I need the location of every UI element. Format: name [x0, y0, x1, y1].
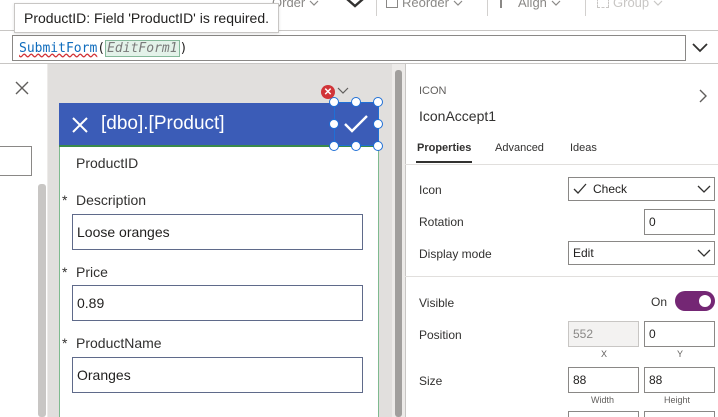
tab-advanced[interactable]: Advanced	[495, 142, 544, 154]
chevron-down-icon	[697, 249, 711, 257]
resize-handle-right[interactable]	[373, 119, 383, 129]
ribbon-divider	[487, 0, 488, 16]
left-tree-panel	[0, 64, 48, 417]
ribbon-divider	[585, 0, 586, 16]
display-mode-label: Display mode	[419, 247, 492, 261]
tabs-divider	[405, 164, 718, 165]
position-label: Position	[419, 328, 462, 342]
position-y-input[interactable]: 0	[644, 321, 715, 347]
form-title: [dbo].[Product]	[101, 113, 225, 134]
control-name[interactable]: IconAccept1	[419, 108, 496, 124]
resize-handle-top[interactable]	[351, 97, 361, 107]
reorder-menu[interactable]: Reorder	[386, 0, 463, 10]
chevron-down-icon	[551, 0, 561, 6]
chevron-down-icon	[453, 0, 463, 6]
formula-close-paren: )	[179, 40, 188, 56]
size-height-input[interactable]: 88	[644, 367, 715, 393]
close-icon[interactable]	[14, 80, 30, 96]
field-label-productname: ProductName	[76, 335, 162, 351]
align-icon	[500, 0, 514, 8]
field-label-price: Price	[76, 264, 108, 280]
chevron-right-icon[interactable]	[697, 89, 709, 103]
chevron-down-icon	[309, 0, 319, 6]
tree-search-input[interactable]	[0, 146, 32, 176]
display-mode-dropdown[interactable]: Edit	[568, 241, 715, 265]
chevron-down-icon	[653, 0, 663, 6]
reorder-label: Reorder	[402, 0, 449, 10]
rotation-input[interactable]: 0	[644, 209, 715, 235]
required-star: *	[62, 264, 68, 280]
formula-input[interactable]: SubmitForm(EditForm1)	[12, 35, 686, 61]
active-tab-underline	[416, 161, 472, 163]
position-y-caption: Y	[677, 349, 684, 359]
field-label-description: Description	[76, 192, 147, 208]
icon-dropdown-value: Check	[593, 182, 628, 196]
align-menu[interactable]: Align	[500, 0, 561, 10]
size-width-input[interactable]: 88	[568, 367, 639, 393]
cancel-icon[interactable]	[70, 115, 90, 135]
productname-input[interactable]: Oranges	[72, 357, 363, 393]
error-tooltip-text: ProductID: Field 'ProductID' is required…	[24, 10, 269, 26]
resize-handle-bottom-left[interactable]	[329, 141, 339, 151]
size-width-caption: Width	[591, 395, 615, 405]
collapse-icon[interactable]	[344, 0, 366, 13]
size-height-caption: Height	[664, 395, 691, 405]
tab-ideas[interactable]: Ideas	[570, 142, 597, 154]
error-tooltip: ProductID: Field 'ProductID' is required…	[14, 3, 279, 33]
icon-dropdown[interactable]: Check	[568, 177, 715, 201]
error-chevron-down-icon[interactable]	[337, 86, 349, 96]
visible-toggle[interactable]	[675, 291, 715, 311]
formula-argument: EditForm1	[105, 39, 180, 57]
visible-state-text: On	[651, 295, 668, 309]
resize-handle-bottom-right[interactable]	[373, 141, 383, 151]
error-icon[interactable]: ✕	[321, 85, 335, 99]
resize-handle-bottom[interactable]	[351, 141, 361, 151]
description-input[interactable]: Loose oranges	[72, 214, 363, 250]
formula-function: SubmitForm	[19, 40, 98, 56]
ribbon-divider	[376, 0, 377, 16]
size-label: Size	[419, 374, 443, 388]
price-input[interactable]: 0.89	[72, 285, 363, 321]
expand-formula-chevron-icon[interactable]	[690, 39, 710, 57]
rotation-label: Rotation	[419, 215, 464, 229]
next-row-input-left[interactable]	[568, 411, 639, 417]
group-icon	[597, 0, 609, 8]
order-menu[interactable]: Order	[272, 0, 319, 10]
resize-handle-left[interactable]	[329, 119, 339, 129]
section-divider	[405, 276, 718, 277]
control-type: ICON	[419, 85, 447, 97]
group-label: Group	[613, 0, 650, 10]
left-panel-scrollbar[interactable]	[38, 184, 46, 417]
resize-handle-top-right[interactable]	[373, 97, 383, 107]
visible-label: Visible	[419, 296, 455, 310]
chevron-down-icon	[697, 185, 711, 193]
reorder-icon	[386, 0, 398, 8]
tab-properties[interactable]: Properties	[417, 142, 471, 154]
position-x-input[interactable]: 552	[568, 321, 639, 347]
next-row-input-right[interactable]	[644, 411, 715, 417]
formula-open-paren: (	[97, 40, 106, 56]
check-glyph-icon	[573, 183, 587, 194]
align-label: Align	[518, 0, 547, 10]
formula-bar: SubmitForm(EditForm1)	[0, 30, 718, 64]
position-x-caption: X	[601, 349, 608, 359]
toggle-knob	[699, 295, 711, 307]
canvas-scrollbar-thumb[interactable]	[395, 70, 402, 417]
field-label-productid: ProductID	[76, 155, 139, 171]
group-menu[interactable]: Group	[597, 0, 663, 10]
required-star: *	[62, 192, 68, 208]
required-star: *	[62, 335, 68, 351]
display-mode-value: Edit	[573, 246, 594, 260]
icon-property-label: Icon	[419, 183, 442, 197]
